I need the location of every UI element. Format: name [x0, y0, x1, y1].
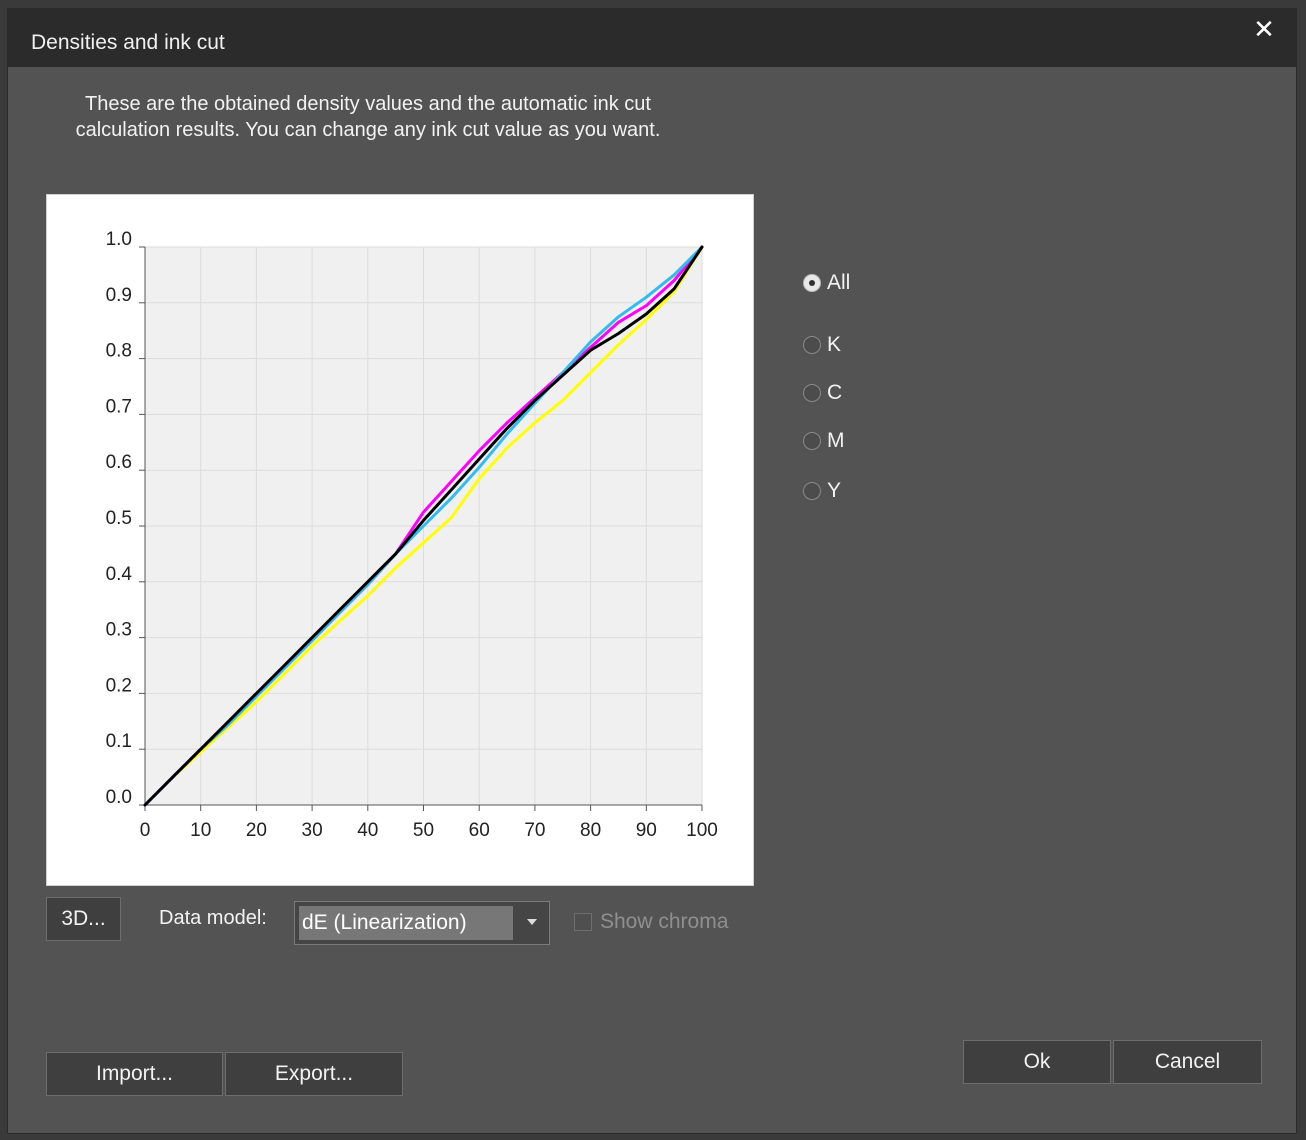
export-button[interactable]: Export...	[225, 1052, 403, 1096]
x-tick-label: 0	[140, 820, 151, 841]
x-tick-label: 80	[580, 820, 601, 841]
show-chroma-checkbox[interactable]	[574, 913, 592, 931]
x-tick-label: 60	[469, 820, 490, 841]
channel-radio-label: K	[827, 333, 842, 356]
x-tick-label: 30	[302, 820, 323, 841]
y-tick-label: 0.1	[106, 731, 132, 752]
channel-radio-m[interactable]: M	[803, 429, 845, 453]
ok-button[interactable]: Ok	[963, 1040, 1111, 1084]
channel-radio-c[interactable]: C	[803, 381, 842, 405]
window-title: Densities and ink cut	[31, 31, 225, 54]
y-tick-label: 0.0	[106, 787, 132, 808]
show-chroma-toggle[interactable]: Show chroma	[574, 910, 728, 934]
data-model-select[interactable]: dE (Linearization)	[294, 901, 550, 945]
x-tick-label: 90	[636, 820, 657, 841]
y-tick-label: 0.8	[106, 341, 132, 362]
density-chart-svg: 0 10 20 30 40 50 60 70 80 90 100 0.0 0.1 0.2 0.3 0.4 0.5…	[106, 229, 718, 841]
radio-circle-icon[interactable]	[803, 274, 821, 292]
y-tick-label: 0.2	[106, 675, 132, 696]
channel-radio-label: All	[827, 271, 851, 294]
x-tick-label: 20	[246, 820, 267, 841]
y-tick-label: 0.9	[106, 285, 132, 306]
show-chroma-label: Show chroma	[600, 910, 729, 933]
description-text: These are the obtained density values an…	[75, 93, 661, 141]
x-tick-label: 70	[524, 820, 545, 841]
radio-circle-icon[interactable]	[803, 432, 821, 450]
channel-radio-y[interactable]: Y	[803, 479, 841, 503]
title-bar[interactable]: Densities and ink cut ✕	[8, 9, 1296, 67]
3d-button[interactable]: 3D...	[46, 897, 121, 941]
x-tick-label: 50	[413, 820, 434, 841]
channel-radio-label: Y	[827, 479, 842, 502]
x-tick-label: 10	[190, 820, 211, 841]
radio-circle-icon[interactable]	[803, 482, 821, 500]
channel-radio-label: C	[827, 381, 843, 404]
density-chart: 0 10 20 30 40 50 60 70 80 90 100 0.0 0.1 0.2 0.3 0.4 0.5…	[46, 194, 754, 886]
y-tick-label: 0.6	[106, 452, 132, 473]
chevron-down-icon	[527, 919, 537, 925]
y-tick-label: 0.3	[106, 620, 132, 641]
channel-radio-all[interactable]: All	[803, 271, 850, 295]
y-tick-label: 1.0	[106, 229, 132, 250]
radio-circle-icon[interactable]	[803, 384, 821, 402]
channel-radio-label: M	[827, 429, 845, 452]
close-icon[interactable]: ✕	[1250, 15, 1278, 43]
x-tick-label: 40	[357, 820, 378, 841]
y-tick-label: 0.4	[106, 564, 133, 585]
y-tick-label: 0.7	[106, 396, 132, 417]
radio-circle-icon[interactable]	[803, 336, 821, 354]
cancel-button[interactable]: Cancel	[1113, 1040, 1262, 1084]
data-model-label: Data model:	[159, 907, 267, 929]
import-button[interactable]: Import...	[46, 1052, 223, 1096]
y-tick-label: 0.5	[106, 508, 132, 529]
channel-radio-k[interactable]: K	[803, 333, 841, 357]
densities-dialog: Densities and ink cut ✕ These are the ob…	[7, 8, 1297, 1134]
x-tick-label: 100	[686, 820, 718, 841]
data-model-value: dE (Linearization)	[299, 906, 513, 940]
